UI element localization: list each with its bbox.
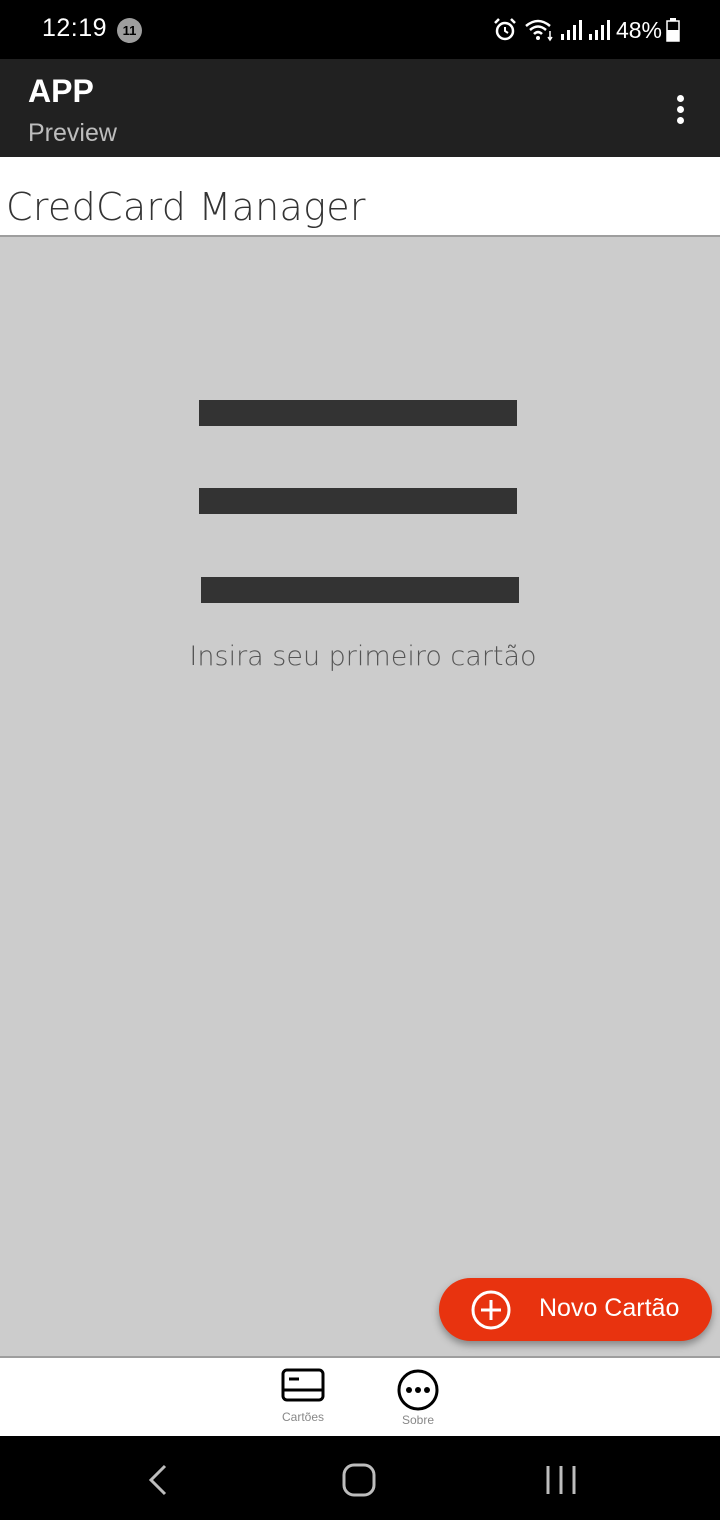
bottom-nav: Cartões Sobre <box>0 1356 720 1436</box>
notification-count-badge: 11 <box>117 18 142 43</box>
battery-percent: 48% <box>615 16 662 43</box>
home-icon[interactable] <box>334 1462 384 1498</box>
empty-state-message: Insira seu primeiro cartão <box>189 641 537 672</box>
menu-dot <box>676 94 684 102</box>
main-content: Insira seu primeiro cartão <box>0 237 720 1356</box>
more-horiz-icon <box>397 1369 439 1411</box>
page-header: CredCard Manager <box>0 157 720 237</box>
app-title: APP <box>28 73 94 109</box>
wifi-icon <box>525 19 553 42</box>
menu-dot <box>676 105 684 113</box>
recents-icon[interactable] <box>536 1462 586 1498</box>
add-circle-icon <box>471 1290 511 1330</box>
nav-label-about: Sobre <box>401 1413 435 1427</box>
status-time: 12:19 <box>42 14 108 42</box>
icon-line <box>199 488 517 514</box>
icon-line <box>199 400 517 426</box>
signal-icon <box>560 20 582 40</box>
back-icon[interactable] <box>135 1462 185 1498</box>
menu-lines-icon <box>198 399 522 604</box>
nav-item-about[interactable]: Sobre <box>373 1358 463 1438</box>
new-card-label: Novo Cartão <box>539 1294 680 1322</box>
menu-dot <box>676 116 684 124</box>
app-bar: APP Preview <box>0 59 720 157</box>
icon-line <box>201 577 519 603</box>
signal-icon <box>588 20 610 40</box>
new-card-button[interactable]: Novo Cartão <box>439 1278 712 1341</box>
nav-label-cards: Cartões <box>281 1410 325 1424</box>
battery-icon <box>666 18 680 42</box>
status-icons: 48% <box>492 13 680 47</box>
page-title: CredCard Manager <box>6 185 366 229</box>
alarm-icon <box>494 18 516 41</box>
system-nav-bar <box>0 1436 720 1520</box>
nav-item-cards[interactable]: Cartões <box>258 1358 348 1438</box>
app-subtitle: Preview <box>28 119 117 147</box>
more-vert-icon[interactable] <box>660 87 700 131</box>
status-bar: 12:19 11 48% <box>0 0 720 59</box>
credit-card-icon <box>281 1368 325 1402</box>
